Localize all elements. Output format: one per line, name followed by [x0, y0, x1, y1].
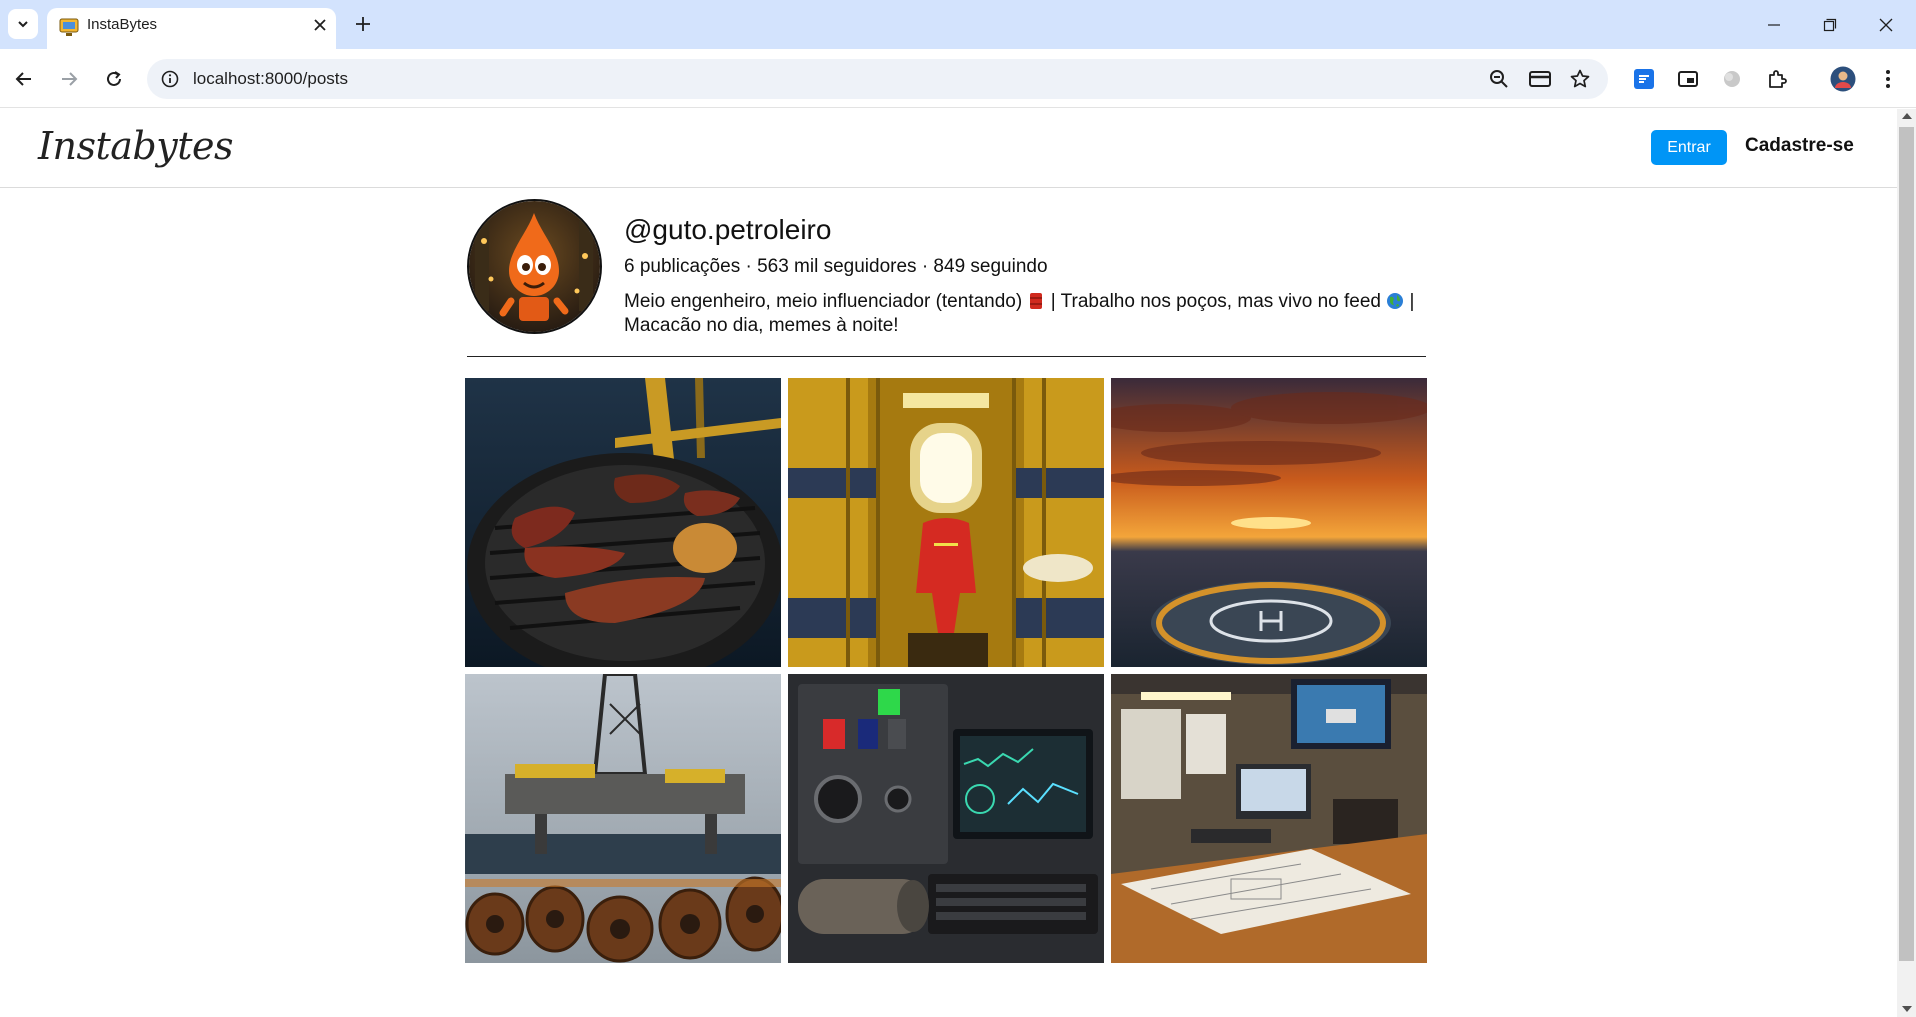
- address-bar[interactable]: localhost:8000/posts: [147, 59, 1608, 99]
- browser-tabstrip: InstaBytes: [0, 0, 1916, 49]
- minimize-icon: [1768, 23, 1780, 26]
- restore-window-button[interactable]: [1802, 0, 1858, 49]
- credit-card-icon: [1529, 71, 1551, 87]
- bio-text-2: | Trabalho nos poços, mas vivo no feed: [1045, 291, 1387, 312]
- sunset-helipad-image: [1111, 378, 1427, 667]
- control-panel-image: [788, 674, 1104, 963]
- post-5[interactable]: [788, 674, 1104, 963]
- post-6[interactable]: [1111, 674, 1427, 963]
- tab-close-button[interactable]: [309, 14, 331, 36]
- info-icon: [161, 70, 179, 88]
- profile-username: @guto.petroleiro: [624, 214, 832, 245]
- bio-text-1: Meio engenheiro, meio influenciador (ten…: [624, 291, 1028, 312]
- oil-barrel-icon: [1030, 293, 1043, 309]
- payment-button[interactable]: [1528, 67, 1552, 91]
- reload-button[interactable]: [99, 64, 129, 94]
- arrow-right-icon: [62, 72, 78, 86]
- extensions-button[interactable]: [1762, 64, 1792, 94]
- engineering-desk-image: [1111, 674, 1427, 963]
- bunk-room-image: [788, 378, 1104, 667]
- star-icon: [1570, 69, 1590, 88]
- site-logo[interactable]: Instabytes: [38, 124, 233, 168]
- tab-title: InstaBytes: [87, 16, 158, 33]
- post-4[interactable]: [465, 674, 781, 963]
- close-icon: [314, 19, 326, 31]
- scroll-up-arrow[interactable]: [1902, 113, 1912, 119]
- oil-drop-mascot-avatar: [469, 201, 600, 332]
- monitor-favicon-icon: [59, 18, 79, 36]
- avatar-icon: [1830, 66, 1856, 92]
- page-viewport: Instabytes Entrar Cadastre-se @guto.petr…: [0, 109, 1897, 1017]
- post-2[interactable]: [788, 378, 1104, 667]
- post-1[interactable]: [465, 378, 781, 667]
- forward-button[interactable]: [54, 64, 84, 94]
- more-vertical-icon: [1886, 70, 1890, 88]
- browser-menu-button[interactable]: [1873, 64, 1903, 94]
- picture-in-picture-button[interactable]: [1673, 64, 1703, 94]
- close-window-button[interactable]: [1858, 0, 1914, 49]
- minimize-window-button[interactable]: [1746, 0, 1802, 49]
- offshore-rig-image: [465, 674, 781, 963]
- barbecue-grill-image: [465, 378, 781, 667]
- profile-button[interactable]: [1828, 64, 1858, 94]
- picture-in-picture-icon: [1678, 71, 1698, 87]
- puzzle-icon: [1769, 70, 1787, 88]
- browser-toolbar: localhost:8000/posts: [0, 49, 1916, 108]
- scrollbar-thumb[interactable]: [1899, 127, 1914, 961]
- login-button[interactable]: Entrar: [1651, 130, 1727, 165]
- page-scrollbar[interactable]: [1897, 109, 1916, 1017]
- signup-button[interactable]: Cadastre-se: [1745, 135, 1854, 157]
- url-text: localhost:8000/posts: [193, 69, 348, 88]
- extension-button-2[interactable]: [1717, 64, 1747, 94]
- site-header: Instabytes Entrar Cadastre-se: [0, 109, 1897, 188]
- scroll-down-arrow[interactable]: [1902, 1006, 1912, 1012]
- profile-bio: Meio engenheiro, meio influenciador (ten…: [624, 290, 1424, 338]
- reload-icon: [107, 71, 121, 86]
- zoom-button[interactable]: [1487, 67, 1511, 91]
- arrow-left-icon: [15, 72, 31, 86]
- extension-app-icon: [1634, 69, 1654, 89]
- back-button[interactable]: [9, 64, 39, 94]
- profile-stats: 6 publicações · 563 mil seguidores · 849…: [624, 256, 1048, 277]
- chevron-down-icon: [18, 21, 28, 28]
- extension-button-1[interactable]: [1629, 64, 1659, 94]
- new-tab-button[interactable]: [350, 11, 376, 37]
- avatar[interactable]: [467, 199, 602, 334]
- post-3[interactable]: [1111, 378, 1427, 667]
- browser-tab[interactable]: InstaBytes: [47, 8, 336, 49]
- close-icon: [1879, 18, 1893, 31]
- site-info-button[interactable]: [159, 68, 181, 90]
- tab-search-button[interactable]: [8, 9, 38, 39]
- zoom-out-icon: [1490, 70, 1508, 88]
- plus-icon: [356, 17, 370, 31]
- globe-icon: [1387, 293, 1404, 309]
- profile-divider: [467, 356, 1426, 357]
- extension-blob-icon: [1724, 71, 1740, 87]
- bookmark-button[interactable]: [1568, 67, 1592, 91]
- restore-icon: [1823, 18, 1837, 31]
